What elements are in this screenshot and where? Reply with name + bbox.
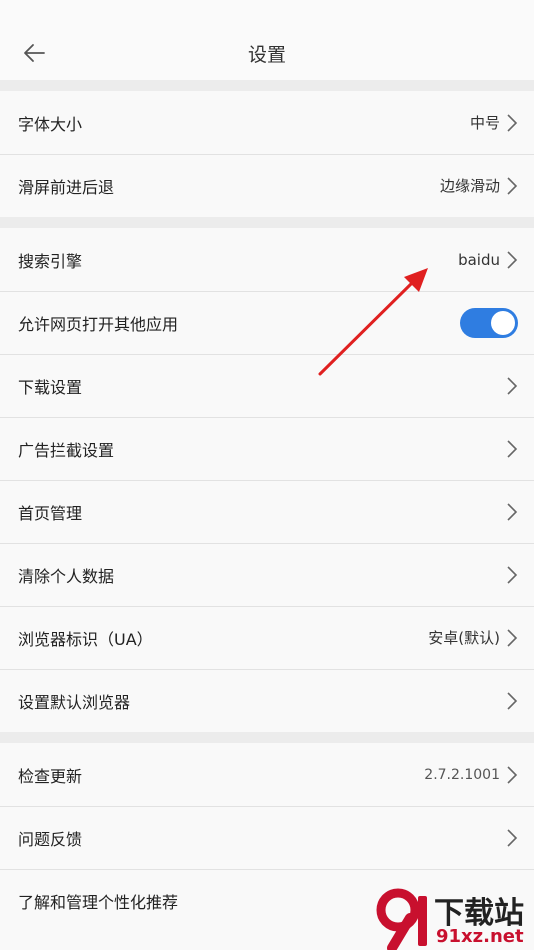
search-engine-row[interactable]: 搜索引擎 baidu xyxy=(0,228,534,291)
row-label: 下载设置 xyxy=(18,377,83,397)
user-agent-row[interactable]: 浏览器标识（UA） 安卓(默认) xyxy=(0,606,534,669)
settings-group-display: 字体大小 中号 滑屏前进后退 边缘滑动 xyxy=(0,91,534,217)
allow-open-apps-row: 允许网页打开其他应用 xyxy=(0,291,534,354)
chevron-right-icon xyxy=(506,765,518,785)
feedback-row[interactable]: 问题反馈 xyxy=(0,806,534,869)
section-divider xyxy=(0,217,534,228)
chevron-right-icon xyxy=(506,176,518,196)
row-label: 设置默认浏览器 xyxy=(18,692,131,712)
default-browser-row[interactable]: 设置默认浏览器 xyxy=(0,669,534,732)
section-divider xyxy=(0,732,534,743)
chevron-right-icon xyxy=(506,113,518,133)
version-value: 2.7.2.1001 xyxy=(424,766,500,783)
row-label: 滑屏前进后退 xyxy=(18,177,115,197)
row-label: 字体大小 xyxy=(18,114,83,134)
chevron-right-icon xyxy=(506,502,518,522)
page-title: 设置 xyxy=(247,44,286,66)
row-value: 安卓(默认) xyxy=(428,629,500,647)
chevron-right-icon xyxy=(506,565,518,585)
row-label: 允许网页打开其他应用 xyxy=(18,314,179,334)
ad-block-settings-row[interactable]: 广告拦截设置 xyxy=(0,417,534,480)
swipe-navigation-row[interactable]: 滑屏前进后退 边缘滑动 xyxy=(0,154,534,217)
row-label: 清除个人数据 xyxy=(18,566,115,586)
check-update-row[interactable]: 检查更新 2.7.2.1001 xyxy=(0,743,534,806)
row-label: 首页管理 xyxy=(18,503,83,523)
watermark-logo: 下载站 91xz.net xyxy=(370,888,534,950)
watermark-emblem-icon xyxy=(376,888,427,950)
row-label: 问题反馈 xyxy=(18,829,83,849)
chevron-right-icon xyxy=(506,628,518,648)
row-label: 检查更新 xyxy=(18,766,83,786)
allow-open-apps-toggle[interactable] xyxy=(460,307,518,338)
settings-group-browser: 搜索引擎 baidu 允许网页打开其他应用 下载设置 广告拦截设置 首页管理 清… xyxy=(0,228,534,732)
chevron-right-icon xyxy=(506,828,518,848)
chevron-right-icon xyxy=(506,376,518,396)
top-bar: 设置 xyxy=(0,0,534,80)
row-label: 广告拦截设置 xyxy=(18,440,115,460)
chevron-right-icon xyxy=(506,250,518,270)
font-size-row[interactable]: 字体大小 中号 xyxy=(0,91,534,154)
row-label: 搜索引擎 xyxy=(18,251,83,271)
row-value: 边缘滑动 xyxy=(439,177,500,195)
row-label: 浏览器标识（UA） xyxy=(18,629,153,649)
toggle-knob xyxy=(491,310,515,335)
section-divider xyxy=(0,80,534,91)
row-value: 中号 xyxy=(469,114,500,132)
chevron-right-icon xyxy=(506,691,518,711)
clear-personal-data-row[interactable]: 清除个人数据 xyxy=(0,543,534,606)
watermark-site: 91xz.net xyxy=(436,926,524,947)
row-value: baidu xyxy=(458,250,500,269)
download-settings-row[interactable]: 下载设置 xyxy=(0,354,534,417)
home-page-management-row[interactable]: 首页管理 xyxy=(0,480,534,543)
chevron-right-icon xyxy=(506,439,518,459)
